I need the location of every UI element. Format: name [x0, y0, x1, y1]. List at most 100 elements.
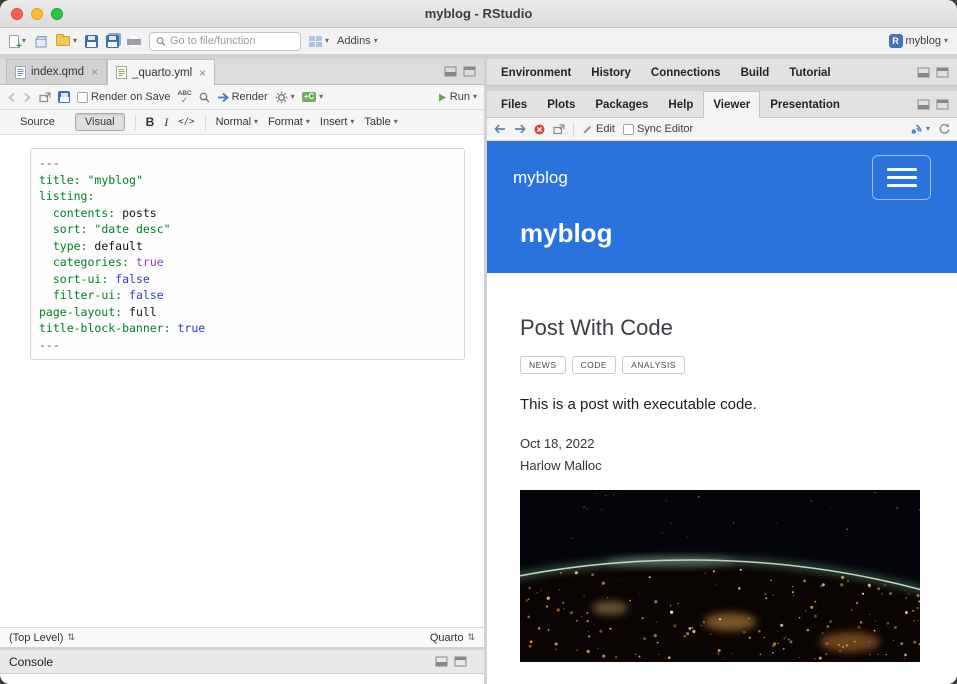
- project-menu-button[interactable]: R myblog ▾: [889, 34, 948, 48]
- gear-icon: [275, 91, 288, 104]
- tab-presentation[interactable]: Presentation: [760, 91, 850, 117]
- tab-tutorial[interactable]: Tutorial: [779, 59, 840, 85]
- hamburger-bar: [887, 184, 917, 187]
- zoom-window-button[interactable]: [51, 8, 63, 20]
- minimize-pane-button[interactable]: [444, 66, 457, 77]
- tab-environment[interactable]: Environment: [491, 59, 581, 85]
- render-on-save-label: Render on Save: [91, 91, 171, 103]
- sync-editor-label: Sync Editor: [637, 123, 693, 135]
- tab-plots[interactable]: Plots: [537, 91, 585, 117]
- separator: [205, 115, 206, 130]
- tab-packages[interactable]: Packages: [585, 91, 658, 117]
- hamburger-menu-button[interactable]: [872, 155, 931, 200]
- mode-label: Quarto: [430, 632, 464, 644]
- checkbox-icon: [77, 92, 88, 103]
- category-pills: NEWS CODE ANALYSIS: [520, 356, 924, 374]
- insert-chunk-button[interactable]: +C ▾: [302, 92, 323, 102]
- tab-quarto-yml[interactable]: _quarto.yml ×: [107, 59, 215, 85]
- insert-label: Insert: [320, 116, 348, 128]
- tab-index-qmd[interactable]: index.qmd ×: [6, 59, 107, 84]
- save-button[interactable]: [85, 35, 98, 48]
- popout-button[interactable]: [39, 92, 51, 103]
- tab-label: _quarto.yml: [132, 67, 192, 79]
- back-button[interactable]: [7, 92, 16, 103]
- minimize-pane-button[interactable]: [435, 656, 448, 667]
- goto-file-input[interactable]: [170, 35, 294, 47]
- scope-selector[interactable]: (Top Level) ⇅: [9, 632, 75, 644]
- forward-button[interactable]: [23, 92, 32, 103]
- format-dropdown[interactable]: Format▾: [268, 116, 310, 128]
- italic-button[interactable]: I: [164, 115, 168, 130]
- qmd-file-icon: [15, 66, 26, 79]
- minimize-window-button[interactable]: [31, 8, 43, 20]
- source-mode-button[interactable]: Source: [10, 113, 65, 131]
- maximize-pane-button[interactable]: [936, 67, 949, 78]
- maximize-pane-button[interactable]: [463, 66, 476, 77]
- panes-grid-icon: [309, 36, 322, 47]
- insert-dropdown[interactable]: Insert▾: [320, 116, 355, 128]
- separator: [573, 122, 574, 137]
- tab-history[interactable]: History: [581, 59, 641, 85]
- render-on-save-checkbox[interactable]: Render on Save: [77, 91, 171, 103]
- maximize-pane-button[interactable]: [936, 99, 949, 110]
- edit-button[interactable]: Edit: [582, 123, 615, 135]
- addins-button[interactable]: Addins ▾: [337, 35, 378, 47]
- viewer-stop-button[interactable]: [534, 124, 545, 135]
- tab-build[interactable]: Build: [731, 59, 780, 85]
- close-window-button[interactable]: [11, 8, 23, 20]
- right-column: Environment History Connections Build Tu…: [487, 59, 957, 684]
- viewer-back-button[interactable]: [494, 124, 506, 134]
- visual-mode-label: Visual: [85, 116, 115, 128]
- category-pill[interactable]: NEWS: [520, 356, 566, 374]
- run-label: Run: [450, 91, 470, 103]
- render-options-button[interactable]: ▾: [275, 91, 295, 104]
- minimize-pane-button[interactable]: [917, 67, 930, 78]
- new-project-button[interactable]: [34, 35, 48, 48]
- panes-button[interactable]: ▾: [309, 36, 329, 47]
- tab-connections[interactable]: Connections: [641, 59, 731, 85]
- new-file-button[interactable]: + ▾: [9, 35, 26, 48]
- close-tab-icon[interactable]: ×: [91, 66, 98, 78]
- save-all-icon: [106, 35, 119, 48]
- publish-button[interactable]: ▾: [910, 124, 930, 135]
- minimize-pane-button[interactable]: [917, 99, 930, 110]
- category-pill[interactable]: CODE: [572, 356, 617, 374]
- tab-files[interactable]: Files: [491, 91, 537, 117]
- refresh-button[interactable]: [938, 123, 950, 135]
- visual-mode-button[interactable]: Visual: [75, 113, 125, 131]
- paragraph-style-dropdown[interactable]: Normal▾: [216, 116, 258, 128]
- console-body[interactable]: [0, 674, 484, 684]
- find-replace-button[interactable]: [199, 92, 210, 103]
- tab-help[interactable]: Help: [658, 91, 703, 117]
- tab-viewer[interactable]: Viewer: [703, 91, 760, 118]
- viewer-popout-button[interactable]: [553, 124, 565, 135]
- run-button[interactable]: Run ▾: [437, 91, 477, 103]
- open-file-button[interactable]: ▾: [56, 36, 77, 46]
- bold-button[interactable]: B: [146, 115, 155, 129]
- goto-file-search[interactable]: [149, 32, 301, 51]
- save-doc-button[interactable]: [58, 91, 70, 103]
- yml-file-icon: [116, 66, 127, 79]
- italic-icon: I: [164, 115, 168, 130]
- save-all-button[interactable]: [106, 35, 119, 48]
- editor-body[interactable]: ---title: "myblog"listing: contents: pos…: [0, 135, 484, 627]
- forward-icon: [23, 92, 32, 103]
- category-pill[interactable]: ANALYSIS: [622, 356, 685, 374]
- render-button[interactable]: Render: [217, 91, 268, 103]
- sync-editor-checkbox[interactable]: Sync Editor: [623, 123, 693, 135]
- console-title: Console: [9, 655, 53, 669]
- table-dropdown[interactable]: Table▾: [364, 116, 397, 128]
- mode-selector[interactable]: Quarto ⇅: [430, 632, 475, 644]
- close-tab-icon[interactable]: ×: [199, 67, 206, 79]
- save-icon: [58, 91, 70, 103]
- viewer-forward-button[interactable]: [514, 124, 526, 134]
- save-icon: [85, 35, 98, 48]
- spellcheck-button[interactable]: ABC✓: [178, 91, 192, 104]
- maximize-pane-button[interactable]: [454, 656, 467, 667]
- window-title: myblog - RStudio: [425, 6, 533, 21]
- yaml-block[interactable]: ---title: "myblog"listing: contents: pos…: [30, 148, 465, 360]
- code-button[interactable]: </>: [178, 117, 194, 127]
- popout-icon: [39, 92, 51, 103]
- blog-navbar-title[interactable]: myblog: [513, 168, 568, 188]
- print-button[interactable]: [127, 36, 141, 47]
